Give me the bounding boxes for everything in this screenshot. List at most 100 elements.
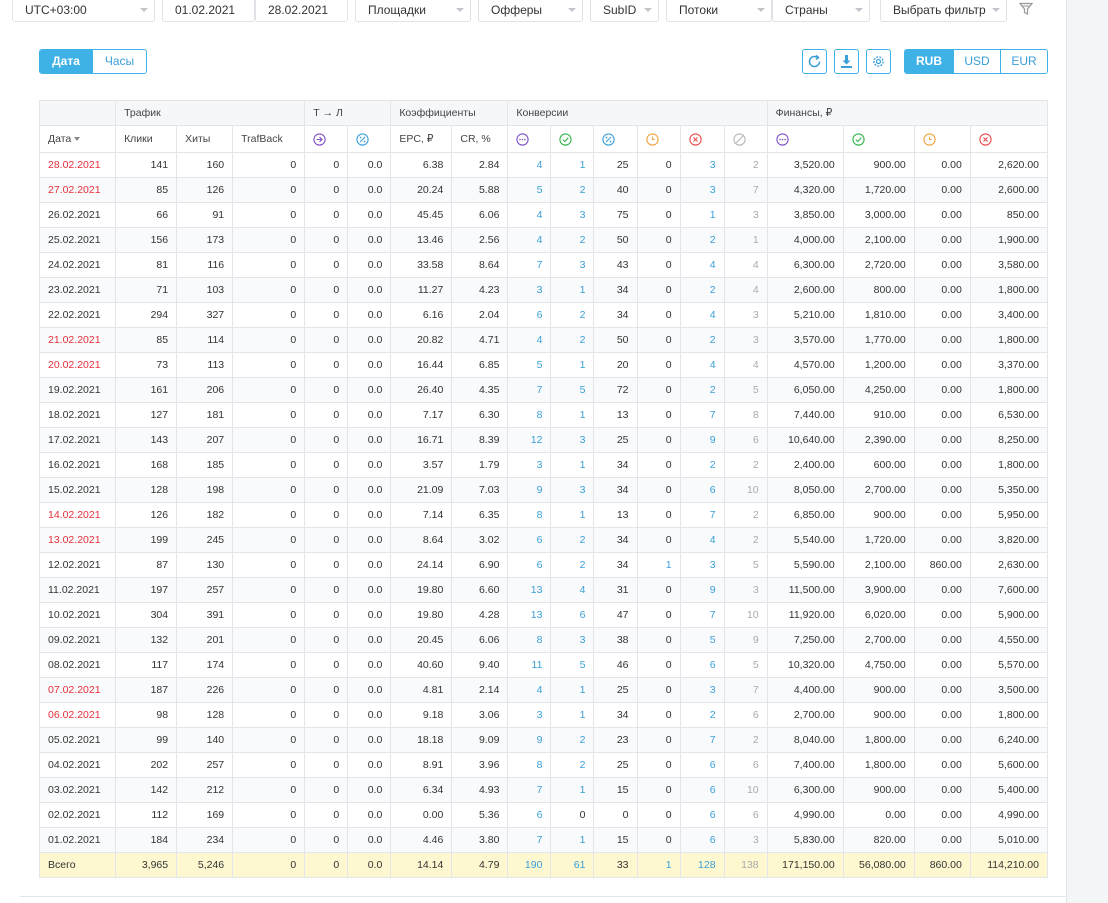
conv-percent-cell[interactable]: 31 [593, 577, 638, 603]
conv-rejected-cell[interactable]: 7 [679, 602, 725, 628]
conv-approved-cell[interactable]: 61 [550, 852, 595, 878]
platforms-select[interactable]: Площадки [355, 0, 471, 22]
conv-approved-cell[interactable]: 2 [550, 752, 595, 778]
conv-percent-cell[interactable]: 34 [593, 477, 638, 503]
epc-header[interactable]: EPC, ₽ [390, 125, 453, 153]
conv-percent-cell[interactable]: 47 [593, 602, 638, 628]
conv-approved-cell[interactable]: 1 [550, 702, 595, 728]
conv-total-header[interactable] [507, 125, 552, 153]
conv-rejected-cell[interactable]: 128 [679, 852, 725, 878]
fin-pending-header[interactable] [913, 125, 971, 153]
conv-rejected-cell[interactable]: 4 [679, 352, 725, 378]
conv-percent-cell[interactable]: 50 [593, 327, 638, 353]
conv-rejected-cell[interactable]: 7 [679, 402, 725, 428]
conv-approved-cell[interactable]: 3 [550, 427, 595, 453]
conv-total-cell[interactable]: 5 [507, 352, 552, 378]
conv-approved-cell[interactable]: 1 [550, 827, 595, 853]
conv-approved-cell[interactable]: 3 [550, 202, 595, 228]
conv-rejected-cell[interactable]: 5 [679, 627, 725, 653]
conv-rejected-cell[interactable]: 2 [679, 277, 725, 303]
streams-select[interactable]: Потоки [666, 0, 772, 22]
conv-total-cell[interactable]: 3 [507, 702, 552, 728]
hits-header[interactable]: Хиты [176, 125, 234, 153]
fin-approved-header[interactable] [842, 125, 915, 153]
conv-total-cell[interactable]: 9 [507, 727, 552, 753]
clicks-header[interactable]: Клики [115, 125, 178, 153]
conv-approved-cell[interactable]: 6 [550, 602, 595, 628]
conv-total-cell[interactable]: 5 [507, 177, 552, 203]
conv-approved-header[interactable] [550, 125, 595, 153]
conv-percent-cell[interactable]: 33 [593, 852, 638, 878]
conv-trash-header[interactable] [723, 125, 768, 153]
cr-header[interactable]: CR, % [451, 125, 509, 153]
conv-approved-cell[interactable]: 5 [550, 377, 595, 403]
conv-percent-cell[interactable]: 20 [593, 352, 638, 378]
conv-approved-cell[interactable]: 3 [550, 627, 595, 653]
conv-rejected-cell[interactable]: 1 [679, 202, 725, 228]
conv-percent-header[interactable] [593, 125, 638, 153]
countries-select[interactable]: Страны [772, 0, 870, 22]
conv-percent-cell[interactable]: 72 [593, 377, 638, 403]
conv-rejected-cell[interactable]: 4 [679, 252, 725, 278]
conv-total-cell[interactable]: 9 [507, 477, 552, 503]
conv-approved-cell[interactable]: 2 [550, 727, 595, 753]
conv-percent-cell[interactable]: 50 [593, 227, 638, 253]
conv-total-cell[interactable]: 13 [507, 577, 552, 603]
conv-rejected-cell[interactable]: 4 [679, 302, 725, 328]
conv-percent-cell[interactable]: 75 [593, 202, 638, 228]
conv-rejected-cell[interactable]: 3 [679, 177, 725, 203]
conv-approved-cell[interactable]: 2 [550, 177, 595, 203]
group-by-date-button[interactable]: Дата [40, 50, 92, 73]
conv-rejected-cell[interactable]: 6 [679, 477, 725, 503]
conv-percent-cell[interactable]: 15 [593, 777, 638, 803]
conv-approved-cell[interactable]: 1 [550, 352, 595, 378]
conv-approved-cell[interactable]: 1 [550, 277, 595, 303]
tl-arrow-header[interactable] [304, 125, 349, 153]
trafback-header[interactable]: TrafBack [232, 125, 306, 153]
conv-percent-cell[interactable]: 25 [593, 427, 638, 453]
currency-rub-button[interactable]: RUB [905, 50, 953, 73]
conv-rejected-cell[interactable]: 6 [679, 802, 725, 828]
conv-rejected-header[interactable] [679, 125, 725, 153]
conv-approved-cell[interactable]: 1 [550, 777, 595, 803]
conv-total-cell[interactable]: 190 [507, 852, 552, 878]
conv-percent-cell[interactable]: 25 [593, 677, 638, 703]
conv-approved-cell[interactable]: 2 [550, 302, 595, 328]
conv-total-cell[interactable]: 4 [507, 327, 552, 353]
conv-approved-cell[interactable]: 2 [550, 327, 595, 353]
conv-pending-header[interactable] [636, 125, 681, 153]
conv-percent-cell[interactable]: 15 [593, 827, 638, 853]
date-from-input[interactable]: 01.02.2021 [162, 0, 255, 22]
date-to-input[interactable]: 28.02.2021 [255, 0, 348, 22]
conv-total-cell[interactable]: 13 [507, 602, 552, 628]
conv-rejected-cell[interactable]: 9 [679, 577, 725, 603]
conv-total-cell[interactable]: 8 [507, 752, 552, 778]
conv-total-cell[interactable]: 4 [507, 152, 552, 178]
conv-rejected-cell[interactable]: 3 [679, 152, 725, 178]
conv-rejected-cell[interactable]: 2 [679, 227, 725, 253]
fin-rejected-header[interactable] [969, 125, 1049, 153]
conv-rejected-cell[interactable]: 2 [679, 702, 725, 728]
conv-total-cell[interactable]: 7 [507, 827, 552, 853]
conv-percent-cell[interactable]: 34 [593, 527, 638, 553]
conv-total-cell[interactable]: 8 [507, 502, 552, 528]
currency-eur-button[interactable]: EUR [1000, 50, 1047, 73]
conv-approved-cell[interactable]: 1 [550, 677, 595, 703]
subid-select[interactable]: SubID [590, 0, 659, 22]
conv-percent-cell[interactable]: 25 [593, 152, 638, 178]
refresh-button[interactable] [802, 49, 827, 74]
conv-approved-cell[interactable]: 1 [550, 402, 595, 428]
conv-approved-cell[interactable]: 2 [550, 227, 595, 253]
conv-rejected-cell[interactable]: 6 [679, 752, 725, 778]
conv-total-cell[interactable]: 6 [507, 527, 552, 553]
conv-rejected-cell[interactable]: 7 [679, 502, 725, 528]
conv-approved-cell[interactable]: 1 [550, 452, 595, 478]
conv-total-cell[interactable]: 4 [507, 202, 552, 228]
conv-total-cell[interactable]: 8 [507, 627, 552, 653]
conv-percent-cell[interactable]: 34 [593, 302, 638, 328]
conv-percent-cell[interactable]: 40 [593, 177, 638, 203]
conv-total-cell[interactable]: 3 [507, 452, 552, 478]
conv-total-cell[interactable]: 6 [507, 802, 552, 828]
conv-percent-cell[interactable]: 34 [593, 552, 638, 578]
tl-percent-header[interactable] [347, 125, 392, 153]
